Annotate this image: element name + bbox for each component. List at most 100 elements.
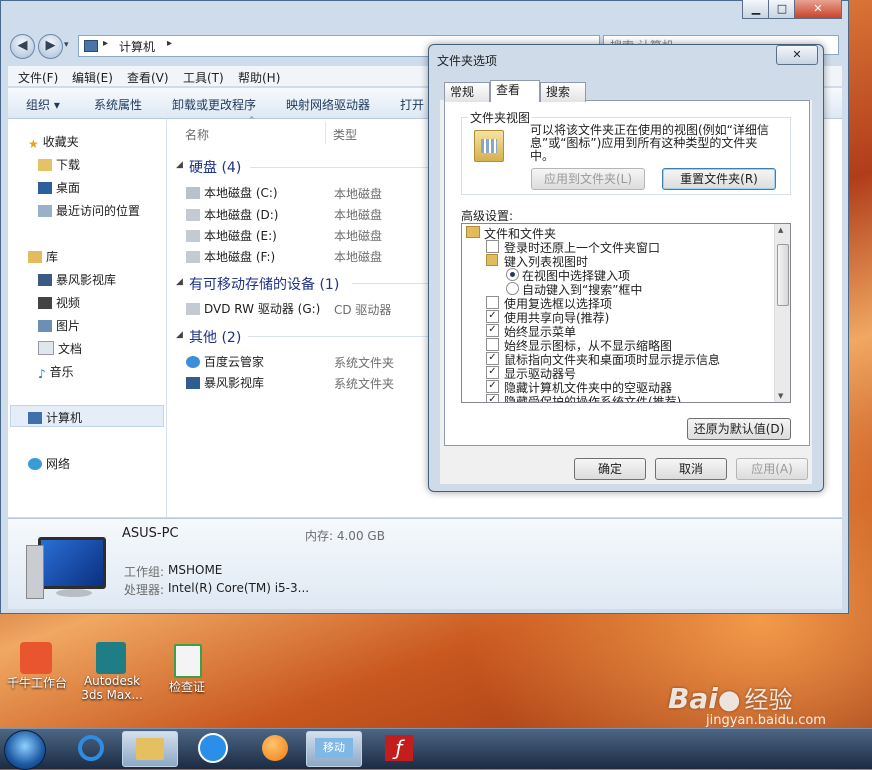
nav-documents[interactable]: 文档 xyxy=(38,340,82,357)
folder-icon xyxy=(466,226,480,238)
checkbox[interactable]: ✓ xyxy=(486,324,499,337)
windows-explorer-icon[interactable] xyxy=(122,731,178,767)
orange-app-icon[interactable] xyxy=(248,731,302,765)
menu-tools[interactable]: 工具(T) xyxy=(183,69,224,86)
collapse-icon[interactable]: ◢ xyxy=(176,160,183,170)
radio-button[interactable] xyxy=(506,282,519,295)
menu-file[interactable]: 文件(F) xyxy=(18,69,58,86)
qianniu-desktop-icon[interactable]: 千牛工作台 xyxy=(2,642,72,691)
map-network-drive-button[interactable]: 映射网络驱动器 xyxy=(286,96,370,113)
ok-button[interactable]: 确定 xyxy=(574,458,646,480)
scroll-up-icon[interactable]: ▲ xyxy=(778,226,783,234)
video-icon xyxy=(38,297,52,309)
computer-icon xyxy=(28,412,42,424)
apply-to-folders-button[interactable]: 应用到文件夹(L) xyxy=(531,168,645,190)
document-icon xyxy=(174,644,202,678)
mobile-label: 移动 xyxy=(315,738,353,758)
workgroup-label: 工作组: xyxy=(124,565,165,579)
column-name[interactable]: 名称 xyxy=(185,126,209,143)
checkbox[interactable] xyxy=(486,296,499,309)
jianchazheng-desktop-icon[interactable]: 检查证 xyxy=(152,644,222,695)
organize-button[interactable]: 组织 ▾ xyxy=(26,96,60,113)
recent-pages-icon[interactable]: ▾ xyxy=(64,40,69,50)
drive-e-type: 本地磁盘 xyxy=(334,229,383,243)
internet-explorer-icon[interactable] xyxy=(64,731,118,765)
collapse-icon[interactable]: ◢ xyxy=(176,330,183,340)
watermark-brand: Bai xyxy=(668,682,718,715)
scroll-thumb[interactable] xyxy=(777,244,789,306)
tree-scrollbar[interactable]: ▲ ▼ xyxy=(774,224,790,402)
drive-c-type: 本地磁盘 xyxy=(334,187,383,201)
system-properties-button[interactable]: 系统属性 xyxy=(94,96,142,113)
start-orb-icon[interactable] xyxy=(4,730,46,770)
nav-network[interactable]: 网络 xyxy=(28,455,70,472)
nav-computer[interactable]: 计算机 xyxy=(28,409,82,426)
checkbox[interactable] xyxy=(486,240,499,253)
menu-view[interactable]: 查看(V) xyxy=(127,69,169,86)
menu-edit[interactable]: 编辑(E) xyxy=(72,69,113,86)
flash-icon[interactable]: ƒ xyxy=(372,731,426,765)
nav-pictures[interactable]: 图片 xyxy=(38,317,80,334)
drive-g[interactable]: DVD RW 驱动器 (G:) xyxy=(186,300,320,317)
nav-libraries[interactable]: 库 xyxy=(28,248,58,265)
radio-button[interactable] xyxy=(506,268,519,281)
close-window-button[interactable]: ✕ xyxy=(794,0,842,19)
drive-f-type: 本地磁盘 xyxy=(334,250,383,264)
recent-places-icon xyxy=(38,205,52,217)
open-button[interactable]: 打开 xyxy=(400,96,424,113)
drive-d[interactable]: 本地磁盘 (D:) xyxy=(186,206,278,223)
restore-defaults-button[interactable]: 还原为默认值(D) xyxy=(687,418,791,440)
watermark-brand2: 经验 xyxy=(744,686,793,714)
checkbox[interactable]: ✓ xyxy=(486,366,499,379)
uninstall-program-button[interactable]: 卸载或更改程序 xyxy=(172,96,256,113)
cpu-label: 处理器: xyxy=(124,583,165,597)
checkbox[interactable]: ✓ xyxy=(486,380,499,393)
scroll-down-icon[interactable]: ▼ xyxy=(778,392,783,400)
nav-downloads[interactable]: 下载 xyxy=(38,156,80,173)
drive-e[interactable]: 本地磁盘 (E:) xyxy=(186,227,277,244)
maximize-button[interactable]: □ xyxy=(768,0,796,19)
nav-desktop[interactable]: 桌面 xyxy=(38,179,80,196)
baofeng-icon xyxy=(186,377,200,389)
baofeng-library[interactable]: 暴风影视库 xyxy=(186,374,264,391)
nav-music[interactable]: ♪ 音乐 xyxy=(38,363,74,381)
documents-icon xyxy=(38,341,54,355)
column-type[interactable]: 类型 xyxy=(333,126,357,143)
baidu-cloud-type: 系统文件夹 xyxy=(334,356,395,370)
minimize-button[interactable]: ▁ xyxy=(742,0,770,19)
hard-drive-icon xyxy=(186,230,200,242)
dialog-title: 文件夹选项 xyxy=(437,54,498,68)
back-button[interactable]: ◀ xyxy=(10,34,35,59)
checkbox[interactable] xyxy=(486,338,499,351)
forward-button[interactable]: ▶ xyxy=(38,34,63,59)
advanced-settings-tree[interactable]: ▲ ▼ 文件和文件夹 登录时还原上一个文件夹窗口 键入列表视图时 在视图中选择键… xyxy=(461,223,791,403)
mobile-app-icon[interactable]: 移动 xyxy=(306,731,362,767)
breadcrumb[interactable]: 计算机 xyxy=(119,38,155,55)
reset-folders-button[interactable]: 重置文件夹(R) xyxy=(662,168,776,190)
nav-videos[interactable]: 视频 xyxy=(38,294,80,311)
baidu-cloud[interactable]: 百度云管家 xyxy=(186,353,264,370)
tab-search[interactable]: 搜索 xyxy=(540,82,586,102)
workgroup-value: MSHOME xyxy=(168,563,223,577)
apply-button[interactable]: 应用(A) xyxy=(736,458,808,480)
tab-view[interactable]: 查看 xyxy=(490,80,540,102)
group-hard-disks[interactable]: 硬盘 (4) xyxy=(189,157,241,177)
checkbox[interactable]: ✓ xyxy=(486,310,499,323)
cancel-button[interactable]: 取消 xyxy=(655,458,727,480)
3dsmax-desktop-icon[interactable]: Autodesk 3ds Max... xyxy=(76,642,148,702)
collapse-icon[interactable]: ◢ xyxy=(176,277,183,287)
nav-recent[interactable]: 最近访问的位置 xyxy=(38,202,140,219)
sogou-icon[interactable] xyxy=(186,731,240,765)
checkbox[interactable]: ✓ xyxy=(486,352,499,365)
nav-baofeng[interactable]: 暴风影视库 xyxy=(38,271,116,288)
drive-c[interactable]: 本地磁盘 (C:) xyxy=(186,184,278,201)
dialog-close-button[interactable]: ✕ xyxy=(776,45,818,65)
group-removable[interactable]: 有可移动存储的设备 (1) xyxy=(189,274,339,294)
nav-favorites[interactable]: ★ 收藏夹 xyxy=(28,133,79,151)
folder-views-legend: 文件夹视图 xyxy=(468,109,533,126)
menu-help[interactable]: 帮助(H) xyxy=(238,69,280,86)
checkbox[interactable]: ✓ xyxy=(486,394,499,402)
tab-general[interactable]: 常规 xyxy=(444,82,490,102)
drive-f[interactable]: 本地磁盘 (F:) xyxy=(186,248,275,265)
group-other[interactable]: 其他 (2) xyxy=(189,327,241,347)
